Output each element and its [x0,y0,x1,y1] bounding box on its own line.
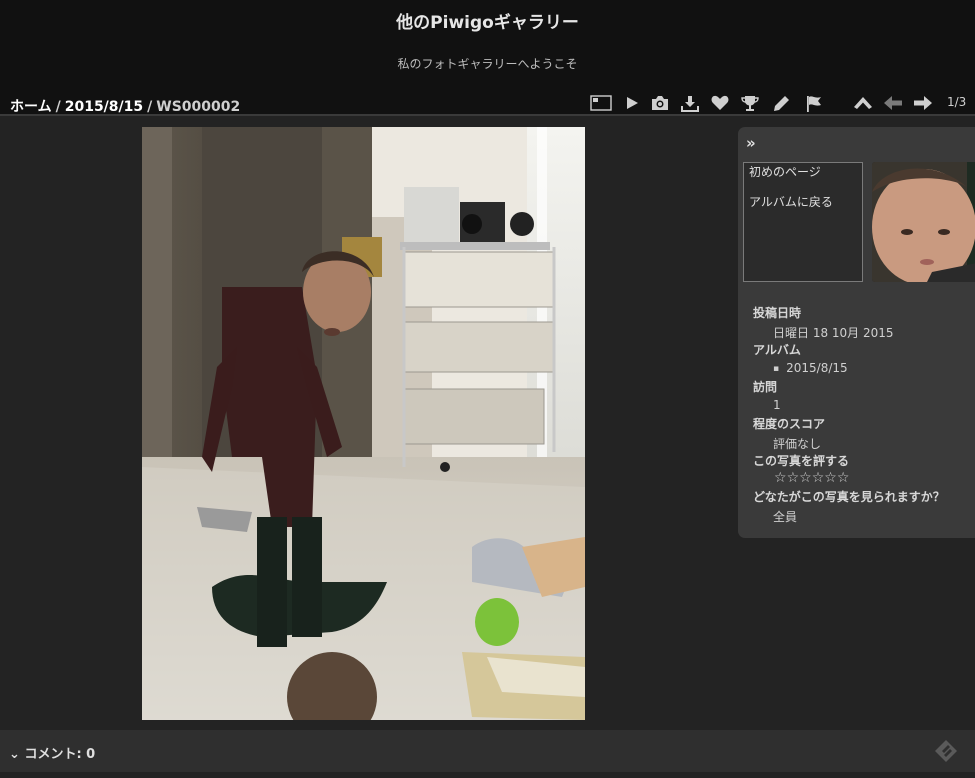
picture-size-icon[interactable] [590,93,612,113]
breadcrumb-separator: / [147,99,153,115]
main-photo[interactable] [142,127,585,720]
right-arrow-icon[interactable] [912,93,934,113]
back-to-album-link[interactable]: アルバムに戻る [749,193,833,210]
flag-icon[interactable] [803,93,825,113]
photo-counter: 1/3 [947,95,967,109]
comments-bar: ⌄ コメント: 0 [0,730,975,772]
album-label: アルバム [753,343,801,357]
album-block: アルバム 2015/8/15 [753,341,848,375]
posted-date-value: 日曜日 18 10月 2015 [773,326,894,340]
comments-count: コメント: 0 [24,747,96,762]
double-chevron-down-icon: ⌄ [9,747,20,762]
score-label: 程度のスコア [753,417,826,431]
rate-label: この写真を評する [753,454,850,468]
visits-block: 訪問 1 [753,378,781,412]
visibility-label: どなたがこの写真を見られますか？ [753,490,945,504]
pencil-edit-icon[interactable] [770,93,792,113]
visibility-value: 全員 [773,510,798,524]
site-header: 他のPiwigoギャラリー 私のフォトギャラリーへようこそ [0,0,975,90]
collapse-panel-button[interactable]: » [746,134,756,152]
visits-label: 訪問 [753,380,778,394]
trophy-icon[interactable] [739,93,761,113]
album-link[interactable]: 2015/8/15 [753,361,848,375]
score-block: 程度のスコア 評価なし [753,415,825,452]
rating-star-icon[interactable]: ☆ [837,470,850,486]
navigation-bar: ホーム/2015/8/15/WS000002 1/3 [0,90,975,116]
rating-star-icon[interactable]: ☆ [812,470,825,486]
site-title[interactable]: 他のPiwigoギャラリー [0,8,975,33]
breadcrumb-home-link[interactable]: ホーム [10,99,52,115]
up-arrow-icon[interactable] [852,93,874,113]
navigation-box: 初めのページ アルバムに戻る [743,162,863,282]
rating-star-icon[interactable]: ☆ [824,470,837,486]
breadcrumb-album-link[interactable]: 2015/8/15 [65,99,143,115]
visits-value: 1 [773,398,781,412]
rating-star-icon[interactable]: ☆ [787,470,800,486]
heart-favorite-icon[interactable] [709,93,731,113]
rating-star-icon[interactable]: ☆ [799,470,812,486]
rating-stars: ☆☆☆☆☆☆ [753,470,849,486]
breadcrumb: ホーム/2015/8/15/WS000002 [10,96,240,116]
breadcrumb-current-photo: WS000002 [156,99,241,115]
site-subtitle: 私のフォトギャラリーへようこそ [397,57,578,71]
comments-toggle[interactable]: ⌄ コメント: 0 [9,743,95,762]
posted-date-block: 投稿日時 日曜日 18 10月 2015 [753,304,894,341]
left-arrow-icon[interactable] [882,93,904,113]
download-icon[interactable] [679,93,701,113]
slideshow-play-icon[interactable] [621,93,643,113]
photo-thumbnail[interactable] [872,162,975,282]
camera-icon[interactable] [649,93,671,113]
visibility-block: どなたがこの写真を見られますか？ 全員 [753,488,945,525]
rating-star-icon[interactable]: ☆ [774,470,787,486]
score-value: 評価なし [773,437,822,451]
breadcrumb-separator: / [55,99,61,115]
first-page-link[interactable]: 初めのページ [749,163,821,180]
rate-block: この写真を評する ☆☆☆☆☆☆ [753,452,849,486]
piwigo-logo-icon[interactable] [934,739,958,763]
posted-date-label: 投稿日時 [753,306,802,320]
photo-info-panel: » 初めのページ アルバムに戻る 投稿日時 日曜日 18 10月 2015 アル… [738,127,975,538]
